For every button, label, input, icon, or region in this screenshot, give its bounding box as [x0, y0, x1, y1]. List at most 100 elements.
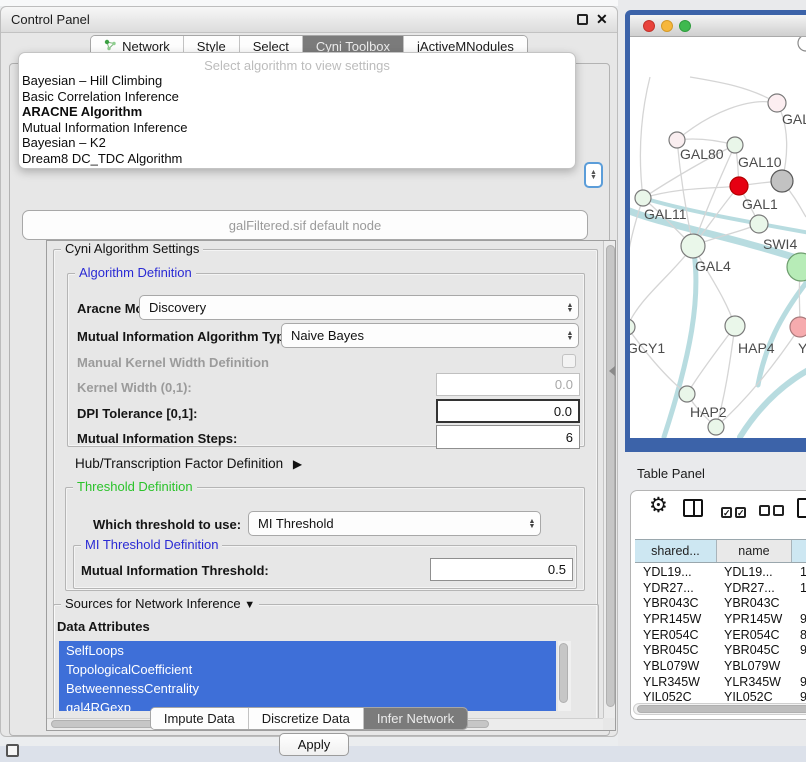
node-label-hap2: HAP2 — [690, 404, 727, 420]
network-node[interactable] — [679, 386, 695, 402]
table-row[interactable]: YBR043CYBR043C — [635, 595, 806, 611]
table-cell: 13 — [796, 565, 806, 579]
gear-icon[interactable]: ⚙ — [649, 493, 668, 518]
node-label-gcy1: GCY1 — [630, 340, 665, 356]
table-row[interactable]: YBL079WYBL079W — [635, 658, 806, 674]
network-node[interactable] — [725, 316, 745, 336]
data-attributes-list[interactable]: SelfLoopsTopologicalCoefficientBetweenne… — [59, 641, 556, 711]
tab-discretize-data-label: Discretize Data — [262, 711, 350, 726]
algorithm-dropdown-placeholder: Select algorithm to view settings — [19, 53, 575, 73]
select-all-checkboxes-icon[interactable]: ✓✓ — [721, 503, 749, 521]
combo-down-arrow-icon: ▼ — [590, 175, 597, 180]
network-edge[interactable] — [677, 102, 777, 140]
float-window-icon[interactable] — [577, 14, 588, 25]
attributes-scrollbar[interactable] — [558, 641, 571, 711]
table-cell: YPR145W — [635, 612, 719, 626]
network-table-selector[interactable]: galFiltered.sif default node — [22, 210, 588, 240]
expand-right-arrow-icon: ▶ — [293, 457, 302, 471]
table-row[interactable]: YIL052CYIL052C9 — [635, 690, 806, 704]
tab-infer-network-label: Infer Network — [377, 711, 454, 726]
hub-definition-label: Hub/Transcription Factor Definition — [75, 456, 283, 471]
table-row[interactable]: YER054CYER054C8. — [635, 627, 806, 643]
mi-threshold-label: Mutual Information Threshold: — [81, 563, 269, 578]
algo-item-basic-correlation-inference[interactable]: Basic Correlation Inference — [19, 89, 575, 105]
split-columns-icon[interactable] — [683, 499, 703, 517]
tab-discretize-data[interactable]: Discretize Data — [249, 708, 364, 729]
column-header-3[interactable] — [792, 540, 806, 562]
network-node[interactable] — [750, 215, 768, 233]
table-hscrollbar[interactable] — [633, 703, 806, 715]
table-row[interactable]: YDL19...YDL19...13 — [635, 564, 806, 580]
attribute-item-selfloops[interactable]: SelfLoops — [59, 641, 556, 660]
table-cell: 9. — [796, 612, 806, 626]
table-cell: YLR345W — [719, 675, 796, 689]
mi-threshold-field[interactable]: 0.5 — [430, 558, 573, 581]
close-traffic-light-icon[interactable] — [643, 20, 655, 32]
algo-item-aracne-algorithm[interactable]: ARACNE Algorithm — [19, 104, 575, 120]
table-row[interactable]: YBR045CYBR045C9. — [635, 642, 806, 658]
network-edge-teal[interactable] — [740, 367, 806, 437]
settings-vscrollbar[interactable] — [603, 241, 616, 718]
table-cell: YDL19... — [719, 565, 796, 579]
attribute-item-topologicalcoefficient[interactable]: TopologicalCoefficient — [59, 660, 556, 679]
sources-group-title[interactable]: Sources for Network Inference ▼ — [61, 597, 259, 612]
algo-item-bayesian-k2[interactable]: Bayesian – K2 — [19, 135, 575, 151]
table-cell: YIL052C — [635, 690, 719, 703]
which-threshold-combo[interactable]: MI Threshold ▲▼ — [248, 511, 541, 536]
close-icon[interactable]: ✕ — [596, 11, 608, 28]
zoom-traffic-light-icon[interactable] — [679, 20, 691, 32]
mi-steps-field[interactable]: 6 — [436, 425, 580, 449]
table-row[interactable]: YPR145WYPR145W9. — [635, 611, 806, 627]
node-label-gal10: GAL10 — [738, 154, 782, 170]
apply-button[interactable]: Apply — [279, 733, 349, 756]
table-cell: YDR27... — [719, 581, 796, 595]
split-divider-arrow[interactable] — [609, 366, 615, 376]
aracne-mode-combo[interactable]: Discovery ▲▼ — [139, 295, 579, 320]
column-header-name[interactable]: name — [717, 540, 792, 562]
table-cell: 9 — [796, 690, 806, 703]
node-label-gal80: GAL80 — [680, 146, 724, 162]
deselect-all-checkboxes-icon[interactable] — [759, 503, 787, 521]
tab-impute-data[interactable]: Impute Data — [151, 708, 249, 729]
manual-kernel-checkbox[interactable] — [562, 354, 576, 368]
hub-definition-toggle[interactable]: Hub/Transcription Factor Definition ▶ — [75, 456, 302, 471]
kernel-width-field[interactable]: 0.0 — [436, 373, 580, 396]
inference-algorithm-combo-button[interactable]: ▲ ▼ — [584, 162, 603, 188]
network-edge[interactable] — [677, 139, 735, 145]
algo-item-mutual-information-inference[interactable]: Mutual Information Inference — [19, 120, 575, 136]
mi-type-combo[interactable]: Naive Bayes ▲▼ — [281, 323, 579, 348]
cyni-bottom-tabbar: Impute Data Discretize Data Infer Network — [1, 707, 617, 730]
network-view-window[interactable]: GALGAL80GAL10GAL1GAL11SWI4GAL4GCY1HAP4YH… — [625, 10, 806, 452]
minimize-traffic-light-icon[interactable] — [661, 20, 673, 32]
algorithm-definition-title: Algorithm Definition — [75, 266, 196, 280]
tab-infer-network[interactable]: Infer Network — [364, 708, 467, 729]
table-row[interactable]: YLR345WYLR345W9. — [635, 674, 806, 690]
network-node[interactable] — [708, 419, 724, 435]
network-edge[interactable] — [640, 77, 650, 198]
network-edge[interactable] — [687, 326, 735, 394]
network-node[interactable] — [790, 317, 806, 337]
dock-panel-icon[interactable] — [6, 744, 19, 757]
network-node[interactable] — [681, 234, 705, 258]
column-header-shared[interactable]: shared... — [635, 540, 717, 562]
table-row[interactable]: YDR27...YDR27...12 — [635, 580, 806, 596]
algo-item-dream8-dc-tdc-algorithm[interactable]: Dream8 DC_TDC Algorithm — [19, 151, 575, 167]
algo-item-bayesian-hill-climbing[interactable]: Bayesian – Hill Climbing — [19, 73, 575, 89]
network-node[interactable] — [768, 94, 786, 112]
attribute-item-betweennesscentrality[interactable]: BetweennessCentrality — [59, 679, 556, 698]
new-table-icon[interactable] — [797, 498, 806, 518]
mi-steps-label: Mutual Information Steps: — [77, 431, 237, 446]
network-node[interactable] — [635, 190, 651, 206]
network-node[interactable] — [730, 177, 748, 195]
network-canvas[interactable]: GALGAL80GAL10GAL1GAL11SWI4GAL4GCY1HAP4YH… — [630, 37, 806, 438]
network-node[interactable] — [798, 37, 806, 51]
dpi-tolerance-field[interactable]: 0.0 — [436, 399, 580, 423]
network-node[interactable] — [630, 319, 635, 335]
network-edge[interactable] — [630, 246, 693, 327]
tab-impute-data-label: Impute Data — [164, 711, 235, 726]
network-node[interactable] — [727, 137, 743, 153]
table-cell: YBR043C — [719, 596, 796, 610]
network-edge[interactable] — [643, 186, 739, 198]
network-edge[interactable] — [690, 77, 777, 103]
network-node[interactable] — [771, 170, 793, 192]
